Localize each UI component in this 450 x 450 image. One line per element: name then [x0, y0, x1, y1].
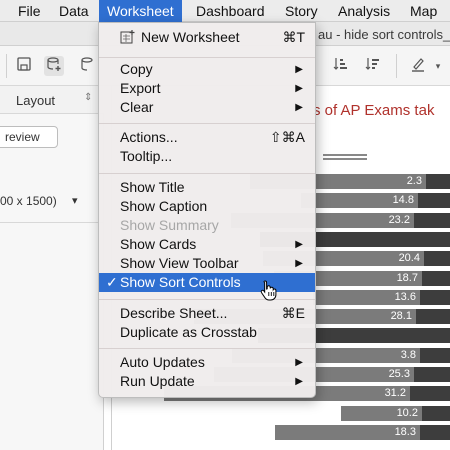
menu-bar: File Data Worksheet Dashboard Story Anal… — [0, 0, 450, 22]
layout-tab-label: Layout — [16, 93, 56, 108]
menu-separator — [99, 299, 315, 300]
menu-item-label: Show Title — [120, 179, 185, 195]
menu-item-label: Tooltip... — [120, 148, 173, 164]
menu-item-show-title[interactable]: Show Title — [99, 178, 315, 197]
menubar-worksheet[interactable]: Worksheet — [99, 0, 182, 22]
bar-segment-dark[interactable] — [422, 405, 450, 421]
menubar-map[interactable]: Map — [402, 0, 445, 22]
menubar-analysis[interactable]: Analysis — [330, 0, 398, 22]
bar-segment-dark[interactable] — [414, 367, 450, 382]
menu-item-auto-updates[interactable]: Auto Updates ▶ — [99, 353, 315, 372]
menu-item-describe-sheet[interactable]: Describe Sheet... ⌘E — [99, 304, 315, 323]
menu-separator — [99, 173, 315, 174]
menu-item-actions[interactable]: Actions... ⇧⌘A — [99, 128, 315, 147]
menu-item-label: Clear — [120, 99, 154, 115]
menubar-file[interactable]: File — [10, 0, 49, 22]
menu-item-label: Copy — [120, 61, 153, 77]
menu-item-run-update[interactable]: Run Update ▶ — [99, 372, 315, 391]
bar-value-label: 10.2 — [396, 406, 418, 419]
menu-item-show-caption[interactable]: Show Caption — [99, 197, 315, 216]
bar-row[interactable]: 18.3 — [105, 424, 450, 440]
highlighter-icon[interactable] — [408, 56, 428, 76]
bar-segment-dark[interactable] — [422, 270, 450, 286]
bar-segment-dark[interactable] — [410, 386, 450, 402]
chart-title: s of AP Exams tak — [313, 102, 435, 119]
checkmark-icon: ✓ — [106, 274, 118, 290]
window-title: au - hide sort controls_ — [318, 27, 450, 42]
menu-item-export[interactable]: Export ▶ — [99, 79, 315, 98]
menu-item-label: Export — [120, 80, 161, 96]
menu-item-label: New Worksheet — [141, 29, 240, 45]
bar-segment-dark[interactable] — [424, 251, 450, 267]
shortcut-label: ⌘E — [281, 305, 305, 321]
shortcut-label: ⌘T — [282, 29, 305, 45]
sort-control[interactable] — [323, 154, 367, 160]
bar-value-label: 13.6 — [394, 290, 416, 303]
menu-item-label: Actions... — [120, 129, 178, 145]
menu-item-clear[interactable]: Clear ▶ — [99, 98, 315, 117]
bar-segment-dark[interactable] — [426, 174, 450, 189]
menu-item-show-view-toolbar[interactable]: Show View Toolbar ▶ — [99, 254, 315, 273]
hand-pointer-icon — [260, 280, 277, 301]
menubar-data[interactable]: Data — [51, 0, 97, 22]
menu-separator — [99, 57, 315, 58]
bar-row[interactable]: 10.2 — [105, 405, 450, 421]
shortcut-label: ⇧⌘A — [269, 129, 305, 145]
bar-segment-dark[interactable] — [418, 193, 450, 209]
bar-segment-dark[interactable] — [420, 347, 450, 363]
submenu-arrow-icon: ▶ — [295, 64, 303, 75]
layout-tab[interactable]: Layout ⇕ — [0, 86, 104, 114]
worksheet-menu: New Worksheet ⌘T Copy ▶ Export ▶ Clear ▶… — [98, 22, 316, 398]
save-icon[interactable] — [14, 56, 34, 76]
submenu-arrow-icon: ▶ — [295, 258, 303, 269]
menu-separator — [99, 348, 315, 349]
chevron-down-icon[interactable]: ▾ — [428, 56, 448, 76]
menu-item-show-summary: Show Summary — [99, 216, 315, 235]
bar-value-label: 14.8 — [392, 194, 414, 207]
menu-item-label: Show Summary — [120, 217, 219, 233]
toolbar-divider — [6, 54, 7, 78]
submenu-arrow-icon: ▶ — [295, 357, 303, 368]
new-data-source-icon[interactable] — [44, 56, 64, 76]
updown-arrows-icon: ⇕ — [84, 92, 93, 103]
menu-item-show-cards[interactable]: Show Cards ▶ — [99, 235, 315, 254]
new-worksheet-icon — [120, 30, 135, 44]
left-panel: Layout ⇕ review 00 x 1500) ▾ — [0, 86, 104, 450]
size-select[interactable]: 00 x 1500) — [0, 194, 57, 208]
device-preview-button[interactable]: review — [0, 126, 58, 148]
submenu-arrow-icon: ▶ — [295, 376, 303, 387]
bar-segment-dark[interactable] — [416, 309, 450, 325]
menubar-dashboard[interactable]: Dashboard — [188, 0, 273, 22]
sort-descending-icon[interactable] — [362, 56, 382, 76]
toolbar-divider — [396, 54, 397, 78]
submenu-arrow-icon: ▶ — [295, 102, 303, 113]
bar-value-label: 18.3 — [394, 425, 416, 438]
pause-updates-icon[interactable] — [78, 56, 98, 76]
menu-item-tooltip[interactable]: Tooltip... — [99, 147, 315, 166]
menu-item-label: Duplicate as Crosstab — [120, 324, 257, 340]
menu-item-new-worksheet[interactable]: New Worksheet ⌘T — [99, 28, 315, 47]
menu-item-show-sort-controls[interactable]: ✓ Show Sort Controls — [99, 273, 315, 292]
submenu-arrow-icon: ▶ — [295, 239, 303, 250]
menu-item-label: Describe Sheet... — [120, 305, 228, 321]
menu-item-copy[interactable]: Copy ▶ — [99, 60, 315, 79]
menubar-story[interactable]: Story — [277, 0, 326, 22]
menu-separator — [99, 123, 315, 124]
menu-item-label: Show View Toolbar — [120, 255, 239, 271]
menu-item-label: Show Sort Controls — [120, 274, 241, 290]
menu-item-duplicate-crosstab[interactable]: Duplicate as Crosstab — [99, 323, 315, 342]
bar-segment-dark[interactable] — [414, 212, 450, 228]
panel-divider — [0, 222, 104, 223]
bar-segment-dark[interactable] — [420, 424, 450, 440]
chevron-down-icon: ▾ — [72, 195, 78, 207]
sort-ascending-icon[interactable] — [330, 56, 350, 76]
menu-item-label: Show Cards — [120, 236, 197, 252]
menu-item-label: Show Caption — [120, 198, 208, 214]
menu-item-label: Run Update — [120, 373, 195, 389]
submenu-arrow-icon: ▶ — [295, 83, 303, 94]
bar-segment-dark[interactable] — [420, 289, 450, 305]
menu-item-label: Auto Updates — [120, 354, 205, 370]
